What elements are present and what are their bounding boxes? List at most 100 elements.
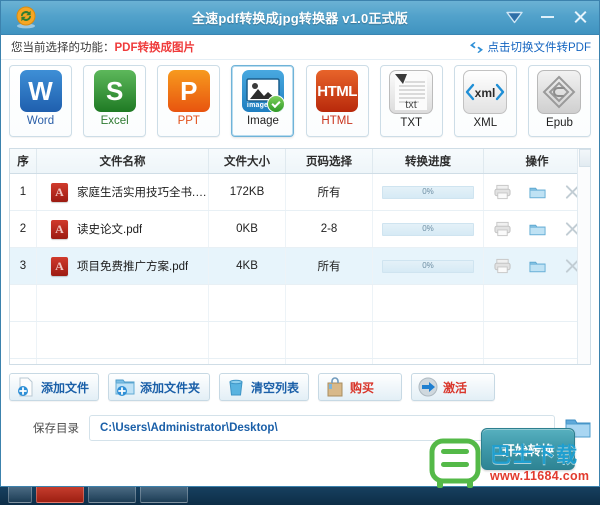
current-function-label: 您当前选择的功能：PDF转换成图片	[11, 39, 195, 55]
format-tiles: W Word S Excel P PPT images Image HTML H…	[1, 60, 599, 142]
pdf-file-icon	[51, 182, 68, 202]
add-file-button[interactable]: 添加文件	[9, 373, 100, 401]
cell-index: 1	[10, 173, 37, 211]
switch-mode-label: 点击切换文件转PDF	[487, 42, 592, 54]
title-bar[interactable]: 全速pdf转换成jpg转换器 v1.0正式版	[1, 1, 599, 35]
html-icon: HTML	[316, 70, 359, 112]
svg-text:xml: xml	[475, 86, 496, 100]
window-controls	[503, 6, 591, 28]
progress-bar: 0%	[382, 185, 474, 199]
xml-icon: xml	[463, 70, 508, 114]
buy-label: 购买	[350, 380, 375, 395]
chevron-down-icon	[505, 11, 523, 23]
table-empty-row	[10, 358, 590, 364]
format-tile-xml[interactable]: xml XML	[453, 65, 517, 137]
folder-icon[interactable]	[528, 221, 546, 237]
add-folder-label: 添加文件夹	[140, 380, 201, 395]
format-tile-html[interactable]: HTML HTML	[305, 65, 369, 137]
format-tile-word[interactable]: W Word	[9, 65, 72, 137]
format-label: HTML	[321, 115, 353, 127]
switch-mode-link[interactable]: 点击切换文件转PDF	[469, 39, 592, 55]
format-label: Image	[246, 115, 279, 127]
app-root: 全速pdf转换成jpg转换器 v1.0正式版 您当前选择的功能：PDF转换成图片	[0, 0, 600, 505]
clear-list-button[interactable]: 清空列表	[219, 373, 310, 401]
scrollbar-thumb[interactable]	[579, 149, 590, 167]
close-button[interactable]	[569, 6, 591, 28]
pdf-file-icon	[51, 256, 68, 276]
epub-icon	[537, 70, 582, 114]
format-label: Epub	[546, 117, 573, 129]
format-tile-excel[interactable]: S Excel	[83, 65, 147, 137]
format-label: TXT	[400, 117, 423, 129]
table-row[interactable]: 1 家庭生活实用技巧全书.pdf 172KB 所有 0%	[10, 173, 590, 211]
cell-filesize: 4KB	[208, 247, 286, 285]
add-file-label: 添加文件	[41, 380, 90, 395]
col-header-pages[interactable]: 页码选择	[285, 149, 373, 174]
format-label: Word	[26, 115, 55, 127]
col-header-progress[interactable]: 转换进度	[372, 149, 484, 174]
progress-text: 0%	[422, 224, 434, 233]
function-bar: 您当前选择的功能：PDF转换成图片 点击切换文件转PDF	[1, 35, 599, 60]
table-row[interactable]: 3 项目免费推广方案.pdf 4KB 所有 0%	[10, 247, 590, 285]
activate-label: 激活	[443, 380, 468, 395]
current-function-value: PDF转换成图片	[114, 42, 196, 54]
format-tile-ppt[interactable]: P PPT	[157, 65, 221, 137]
cell-index: 3	[10, 247, 37, 285]
row-operations	[484, 184, 590, 200]
table-scrollbar[interactable]	[577, 149, 590, 364]
progress-bar: 0%	[382, 259, 474, 273]
format-tile-image[interactable]: images Image	[231, 65, 295, 137]
menu-dropdown-button[interactable]	[503, 6, 525, 28]
progress-bar: 0%	[382, 222, 474, 236]
row-operations	[484, 258, 590, 274]
trash-icon	[226, 377, 246, 397]
table-row[interactable]: 2 读史论文.pdf 0KB 2-8 0%	[10, 210, 590, 248]
col-header-operation[interactable]: 操作	[483, 149, 590, 174]
file-list-table: 序 文件名称 文件大小 页码选择 转换进度 操作 1 A 家庭生活实用技巧全书.…	[9, 148, 591, 365]
cell-filesize: 0KB	[208, 210, 286, 248]
cell-pages[interactable]: 所有	[285, 173, 373, 211]
printer-icon[interactable]	[493, 184, 511, 200]
format-tile-txt[interactable]: txt TXT	[379, 65, 443, 137]
txt-icon: txt	[389, 70, 434, 114]
excel-icon: S	[93, 70, 136, 112]
table-empty-row	[10, 321, 590, 359]
folder-icon[interactable]	[528, 258, 546, 274]
main-window: 全速pdf转换成jpg转换器 v1.0正式版 您当前选择的功能：PDF转换成图片	[0, 0, 600, 487]
progress-text: 0%	[422, 187, 434, 196]
shopping-bag-icon	[325, 377, 345, 397]
swap-arrows-icon	[469, 41, 483, 53]
activate-button[interactable]: 激活	[411, 373, 496, 401]
cell-filename: 读史论文.pdf	[37, 219, 208, 239]
selected-check-icon	[266, 95, 284, 112]
svg-text:txt: txt	[405, 99, 417, 111]
format-label: Excel	[100, 115, 129, 127]
add-file-icon	[16, 377, 36, 397]
col-header-index[interactable]: 序	[10, 149, 37, 174]
close-icon	[573, 10, 587, 24]
col-header-filesize[interactable]: 文件大小	[208, 149, 286, 174]
clear-list-label: 清空列表	[251, 380, 300, 395]
start-convert-label: 开始转换	[501, 442, 554, 458]
progress-text: 0%	[422, 261, 434, 270]
printer-icon[interactable]	[493, 258, 511, 274]
format-label: XML	[473, 117, 498, 129]
cell-pages[interactable]: 所有	[285, 247, 373, 285]
cell-filename: 家庭生活实用技巧全书.pdf	[37, 182, 208, 202]
table-empty-row	[10, 284, 590, 322]
start-convert-button[interactable]: 开始转换	[481, 428, 575, 470]
folder-icon[interactable]	[528, 184, 546, 200]
format-tile-epub[interactable]: Epub	[527, 65, 591, 137]
add-folder-button[interactable]: 添加文件夹	[108, 373, 211, 401]
cell-filesize: 172KB	[208, 173, 286, 211]
image-icon: images	[241, 70, 284, 112]
cell-pages[interactable]: 2-8	[285, 210, 373, 248]
printer-icon[interactable]	[493, 221, 511, 237]
minimize-button[interactable]	[536, 6, 558, 28]
current-function-prefix: 您当前选择的功能：	[11, 42, 115, 54]
filename-text: 家庭生活实用技巧全书.pdf	[77, 187, 208, 199]
buy-button[interactable]: 购买	[318, 373, 403, 401]
ppt-icon: P	[167, 70, 210, 112]
col-header-filename[interactable]: 文件名称	[36, 149, 209, 174]
cell-index: 2	[10, 210, 37, 248]
